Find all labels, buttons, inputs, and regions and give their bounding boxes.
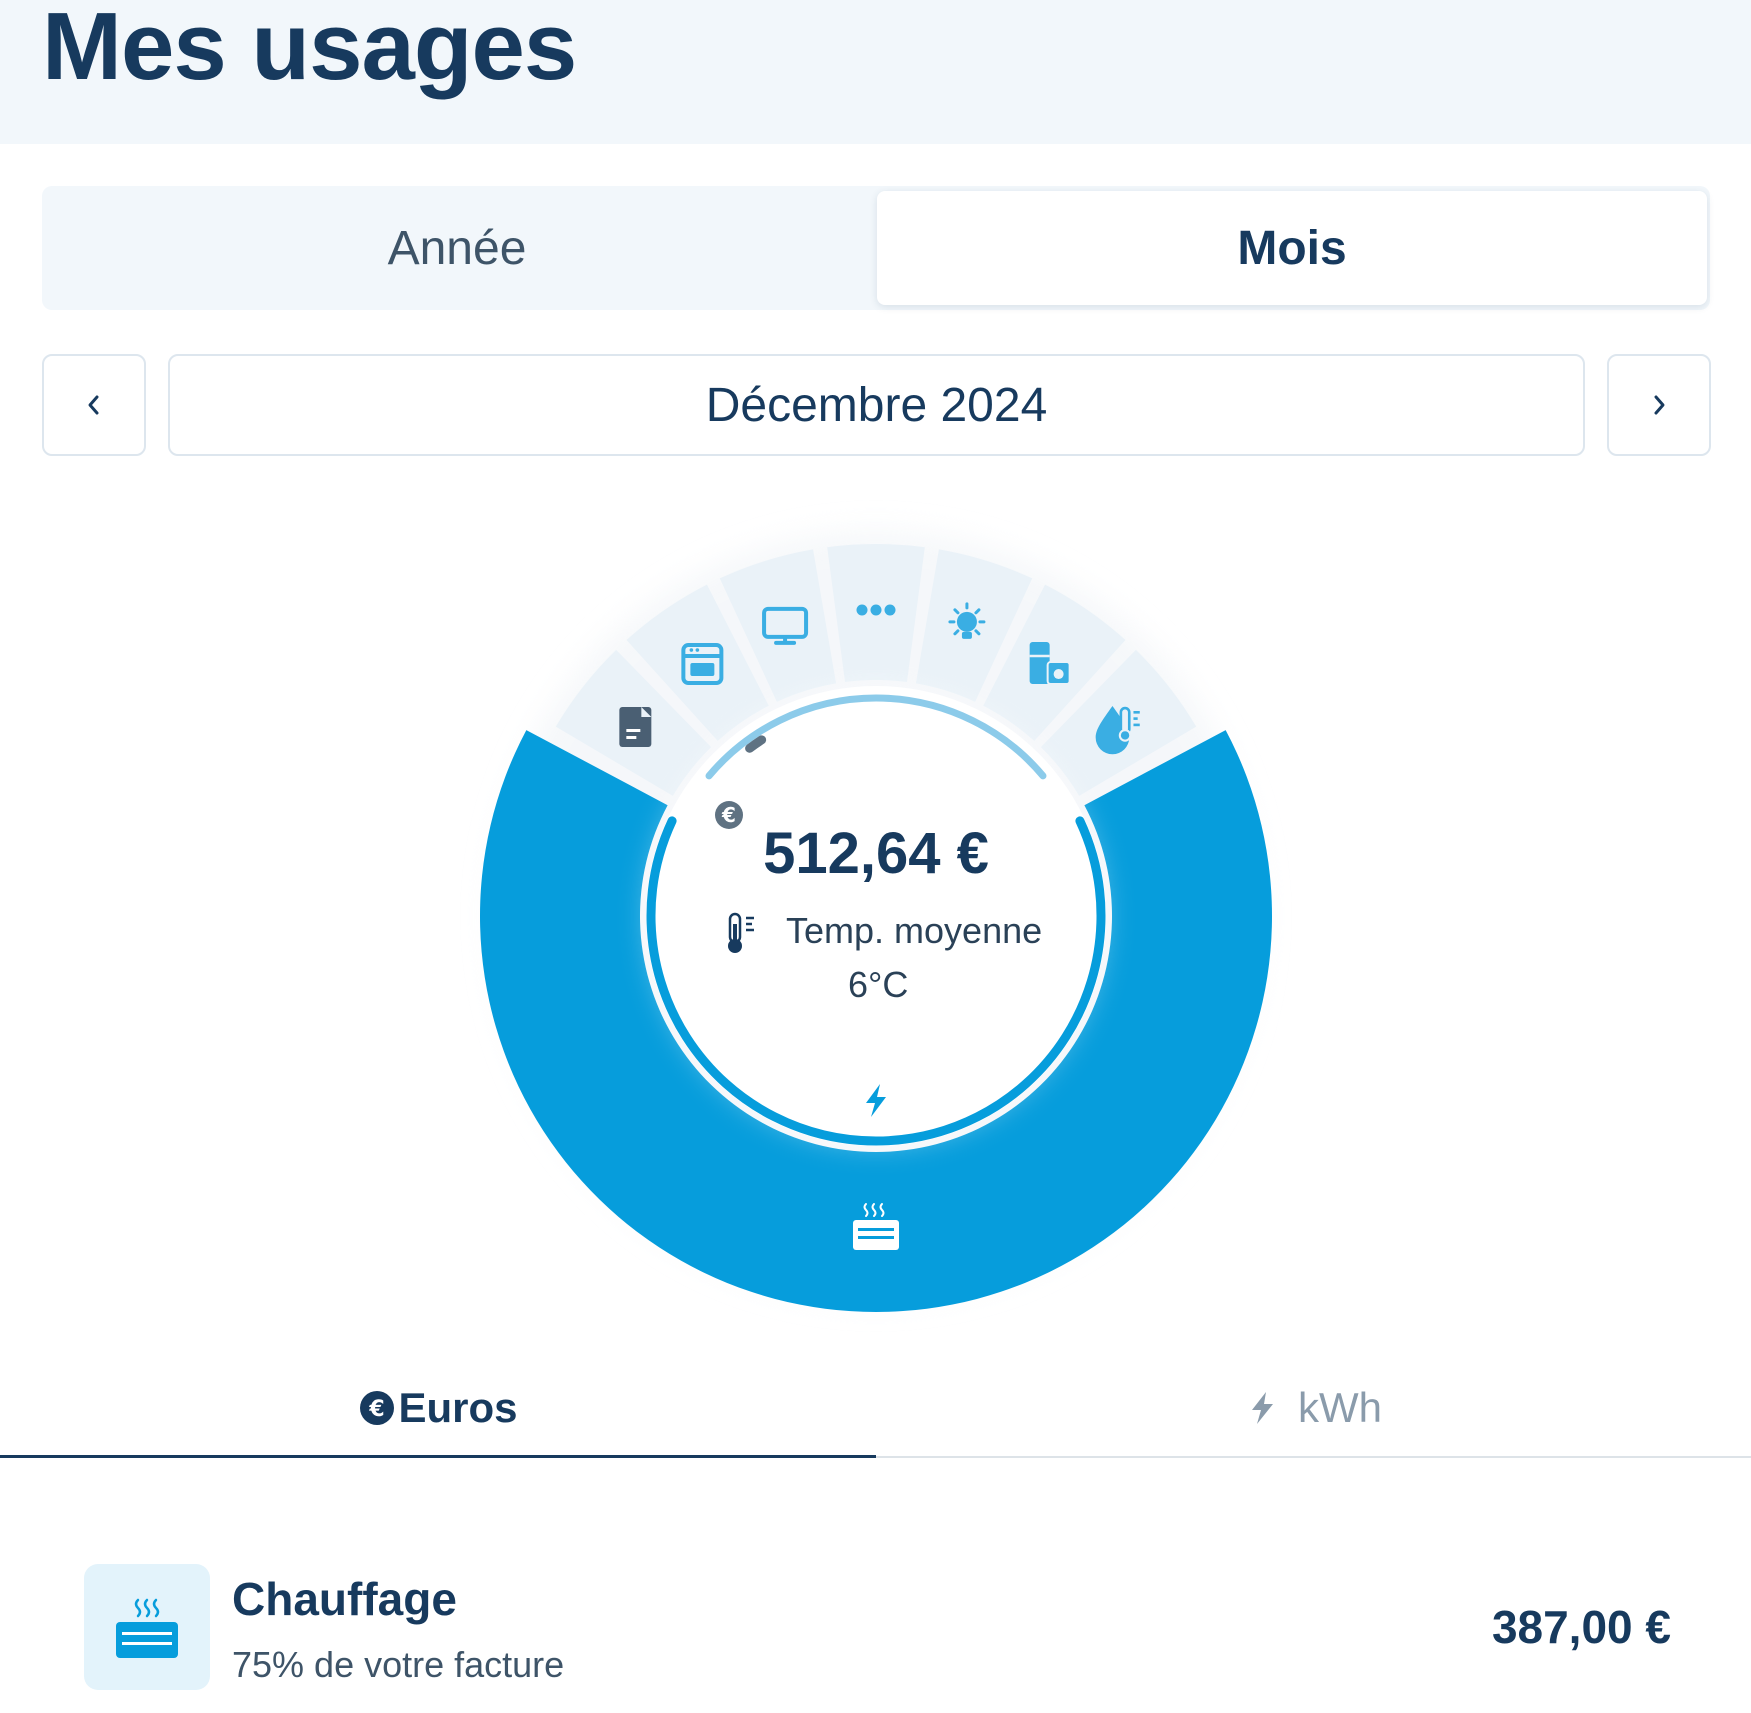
current-period: Décembre 2024 (705, 378, 1048, 432)
lightning-icon (1252, 1392, 1273, 1424)
lightbulb-icon (948, 602, 986, 639)
heater-icon (84, 1564, 210, 1690)
document-icon (619, 707, 652, 748)
page-header: Mes usages (0, 0, 1751, 144)
chevron-right-icon (1654, 395, 1665, 415)
thermometer-icon (720, 910, 760, 965)
usage-share: 75% de votre facture (232, 1644, 565, 1685)
period-selector[interactable]: Décembre 2024 (168, 354, 1585, 456)
more-dots-icon (856, 604, 896, 616)
chevron-left-icon (88, 395, 99, 415)
tab-euros[interactable]: € Euros (0, 1360, 876, 1456)
tab-kwh[interactable]: kWh (876, 1360, 1751, 1456)
euro-icon: € (360, 1391, 395, 1425)
tab-euros-label: Euros (398, 1384, 518, 1431)
total-amount: 512,64 € (763, 821, 989, 886)
next-period-button[interactable] (1607, 354, 1711, 456)
temperature-value: 6°C (848, 964, 909, 1005)
svg-text:€: € (369, 1397, 385, 1422)
active-tab-indicator (0, 1455, 876, 1458)
tab-mois[interactable]: Mois (877, 191, 1707, 305)
page-title: Mes usages (42, 0, 577, 100)
temperature-label: Temp. moyenne (786, 910, 1043, 951)
usage-row-chauffage[interactable]: Chauffage 75% de votre facture 387,00 € (0, 1540, 1751, 1713)
tab-kwh-label: kWh (1298, 1384, 1382, 1431)
period-toggle: Année Mois (42, 186, 1710, 310)
unit-tabs: € Euros kWh (0, 1360, 1751, 1458)
previous-period-button[interactable] (42, 354, 146, 456)
tab-annee[interactable]: Année (42, 191, 872, 305)
usage-amount: 387,00 € (1491, 1601, 1671, 1653)
usage-name: Chauffage (232, 1573, 457, 1625)
